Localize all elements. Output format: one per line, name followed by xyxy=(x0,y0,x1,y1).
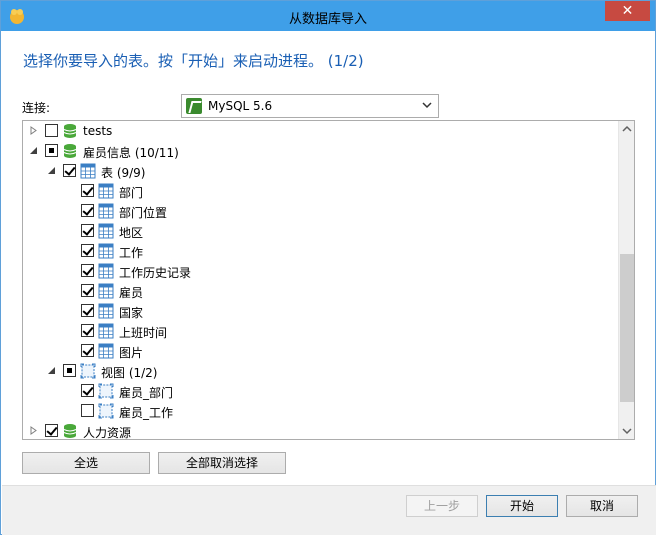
tree-row[interactable]: 人力资源 xyxy=(23,421,619,440)
deselect-all-button[interactable]: 全部取消选择 xyxy=(158,452,286,474)
tree-item-label: 雇员_工作 xyxy=(119,406,174,420)
table-icon xyxy=(98,283,114,299)
tree-item-label: 部门 xyxy=(119,186,144,200)
expand-arrow-icon[interactable] xyxy=(29,426,38,435)
previous-button[interactable]: 上一步 xyxy=(406,495,478,517)
tree-row[interactable]: 部门位置 xyxy=(23,201,619,221)
mysql-icon xyxy=(186,98,202,114)
tree-item-label: 工作历史记录 xyxy=(119,266,192,280)
tree-row[interactable]: 部门 xyxy=(23,181,619,201)
tree-row[interactable]: 雇员_工作 xyxy=(23,401,619,421)
table-icon xyxy=(80,163,96,179)
tree-row[interactable]: 视图 (1/2) xyxy=(23,361,619,381)
tree-item-label: 地区 xyxy=(119,226,144,240)
cancel-button[interactable]: 取消 xyxy=(566,495,638,517)
start-button[interactable]: 开始 xyxy=(486,495,558,517)
tree-checkbox[interactable] xyxy=(45,144,58,157)
tree-item-label: 视图 (1/2) xyxy=(101,366,158,380)
tree-row[interactable]: 工作历史记录 xyxy=(23,261,619,281)
connection-value: MySQL 5.6 xyxy=(208,99,273,113)
view-icon xyxy=(80,363,96,379)
tree-item-label: 雇员_部门 xyxy=(119,386,174,400)
table-icon xyxy=(98,183,114,199)
view-icon xyxy=(98,403,114,419)
database-icon xyxy=(62,123,78,139)
tree-checkbox[interactable] xyxy=(81,404,94,417)
tree-row[interactable]: tests xyxy=(23,121,619,141)
title-bar[interactable]: 从数据库导入 ✕ xyxy=(1,1,655,31)
select-all-button[interactable]: 全选 xyxy=(22,452,150,474)
tree-item-label: 图片 xyxy=(119,346,144,360)
tree-item-label: 工作 xyxy=(119,246,144,260)
tree-checkbox[interactable] xyxy=(81,184,94,197)
table-icon xyxy=(98,343,114,359)
tree-checkbox[interactable] xyxy=(45,124,58,137)
tree-checkbox[interactable] xyxy=(63,364,76,377)
chevron-down-icon xyxy=(422,102,432,109)
tree-checkbox[interactable] xyxy=(81,284,94,297)
tree-item-label: 雇员 xyxy=(119,286,144,300)
table-icon xyxy=(98,243,114,259)
expand-arrow-icon[interactable] xyxy=(29,126,38,135)
object-tree[interactable]: 人力资源 雇员_工作 雇员_部门 视图 (1/2) 图片 上班时间 国家 雇员 工作历史记录 工作… xyxy=(22,120,635,440)
tree-item-label: 雇员信息 (10/11) xyxy=(83,146,179,160)
database-icon xyxy=(62,143,78,159)
tree-item-label: 表 (9/9) xyxy=(101,166,146,180)
collapse-arrow-icon[interactable] xyxy=(29,146,38,155)
table-icon xyxy=(98,223,114,239)
table-icon xyxy=(98,203,114,219)
tree-checkbox[interactable] xyxy=(81,304,94,317)
table-icon xyxy=(98,323,114,339)
vertical-scrollbar[interactable] xyxy=(618,121,634,439)
tree-row[interactable]: 上班时间 xyxy=(23,321,619,341)
scroll-up-icon[interactable] xyxy=(619,121,635,138)
tree-row[interactable]: 雇员_部门 xyxy=(23,381,619,401)
tree-item-label: 上班时间 xyxy=(119,326,168,340)
tree-row[interactable]: 雇员信息 (10/11) xyxy=(23,141,619,161)
tree-row[interactable]: 图片 xyxy=(23,341,619,361)
import-dialog: 从数据库导入 ✕ 选择你要导入的表。按「开始」来启动进程。 (1/2) 连接: … xyxy=(0,0,656,535)
tree-checkbox[interactable] xyxy=(81,384,94,397)
tree-row[interactable]: 雇员 xyxy=(23,281,619,301)
connection-label: 连接: xyxy=(22,101,51,115)
tree-row[interactable]: 表 (9/9) xyxy=(23,161,619,181)
tree-checkbox[interactable] xyxy=(81,244,94,257)
collapse-arrow-icon[interactable] xyxy=(47,166,56,175)
tree-checkbox[interactable] xyxy=(81,224,94,237)
table-icon xyxy=(98,263,114,279)
tree-checkbox[interactable] xyxy=(81,264,94,277)
tree-item-label: 人力资源 xyxy=(83,426,132,440)
instruction-text: 选择你要导入的表。按「开始」来启动进程。 (1/2) xyxy=(23,52,364,70)
tree-item-label: 部门位置 xyxy=(119,206,168,220)
tree-checkbox[interactable] xyxy=(63,164,76,177)
tree-row[interactable]: 工作 xyxy=(23,241,619,261)
close-button[interactable]: ✕ xyxy=(605,1,650,21)
tree-checkbox[interactable] xyxy=(81,204,94,217)
tree-item-label: 国家 xyxy=(119,306,144,320)
connection-select[interactable]: MySQL 5.6 xyxy=(181,94,439,118)
tree-row[interactable]: 国家 xyxy=(23,301,619,321)
tree-item-label: tests xyxy=(83,124,113,138)
tree-checkbox[interactable] xyxy=(81,324,94,337)
tree-row[interactable]: 地区 xyxy=(23,221,619,241)
view-icon xyxy=(98,383,114,399)
table-icon xyxy=(98,303,114,319)
collapse-arrow-icon[interactable] xyxy=(47,366,56,375)
window-title: 从数据库导入 xyxy=(288,12,367,27)
scroll-thumb[interactable] xyxy=(620,254,634,402)
scroll-down-icon[interactable] xyxy=(619,422,635,439)
tree-checkbox[interactable] xyxy=(81,344,94,357)
tree-checkbox[interactable] xyxy=(45,424,58,437)
database-icon xyxy=(62,423,78,439)
